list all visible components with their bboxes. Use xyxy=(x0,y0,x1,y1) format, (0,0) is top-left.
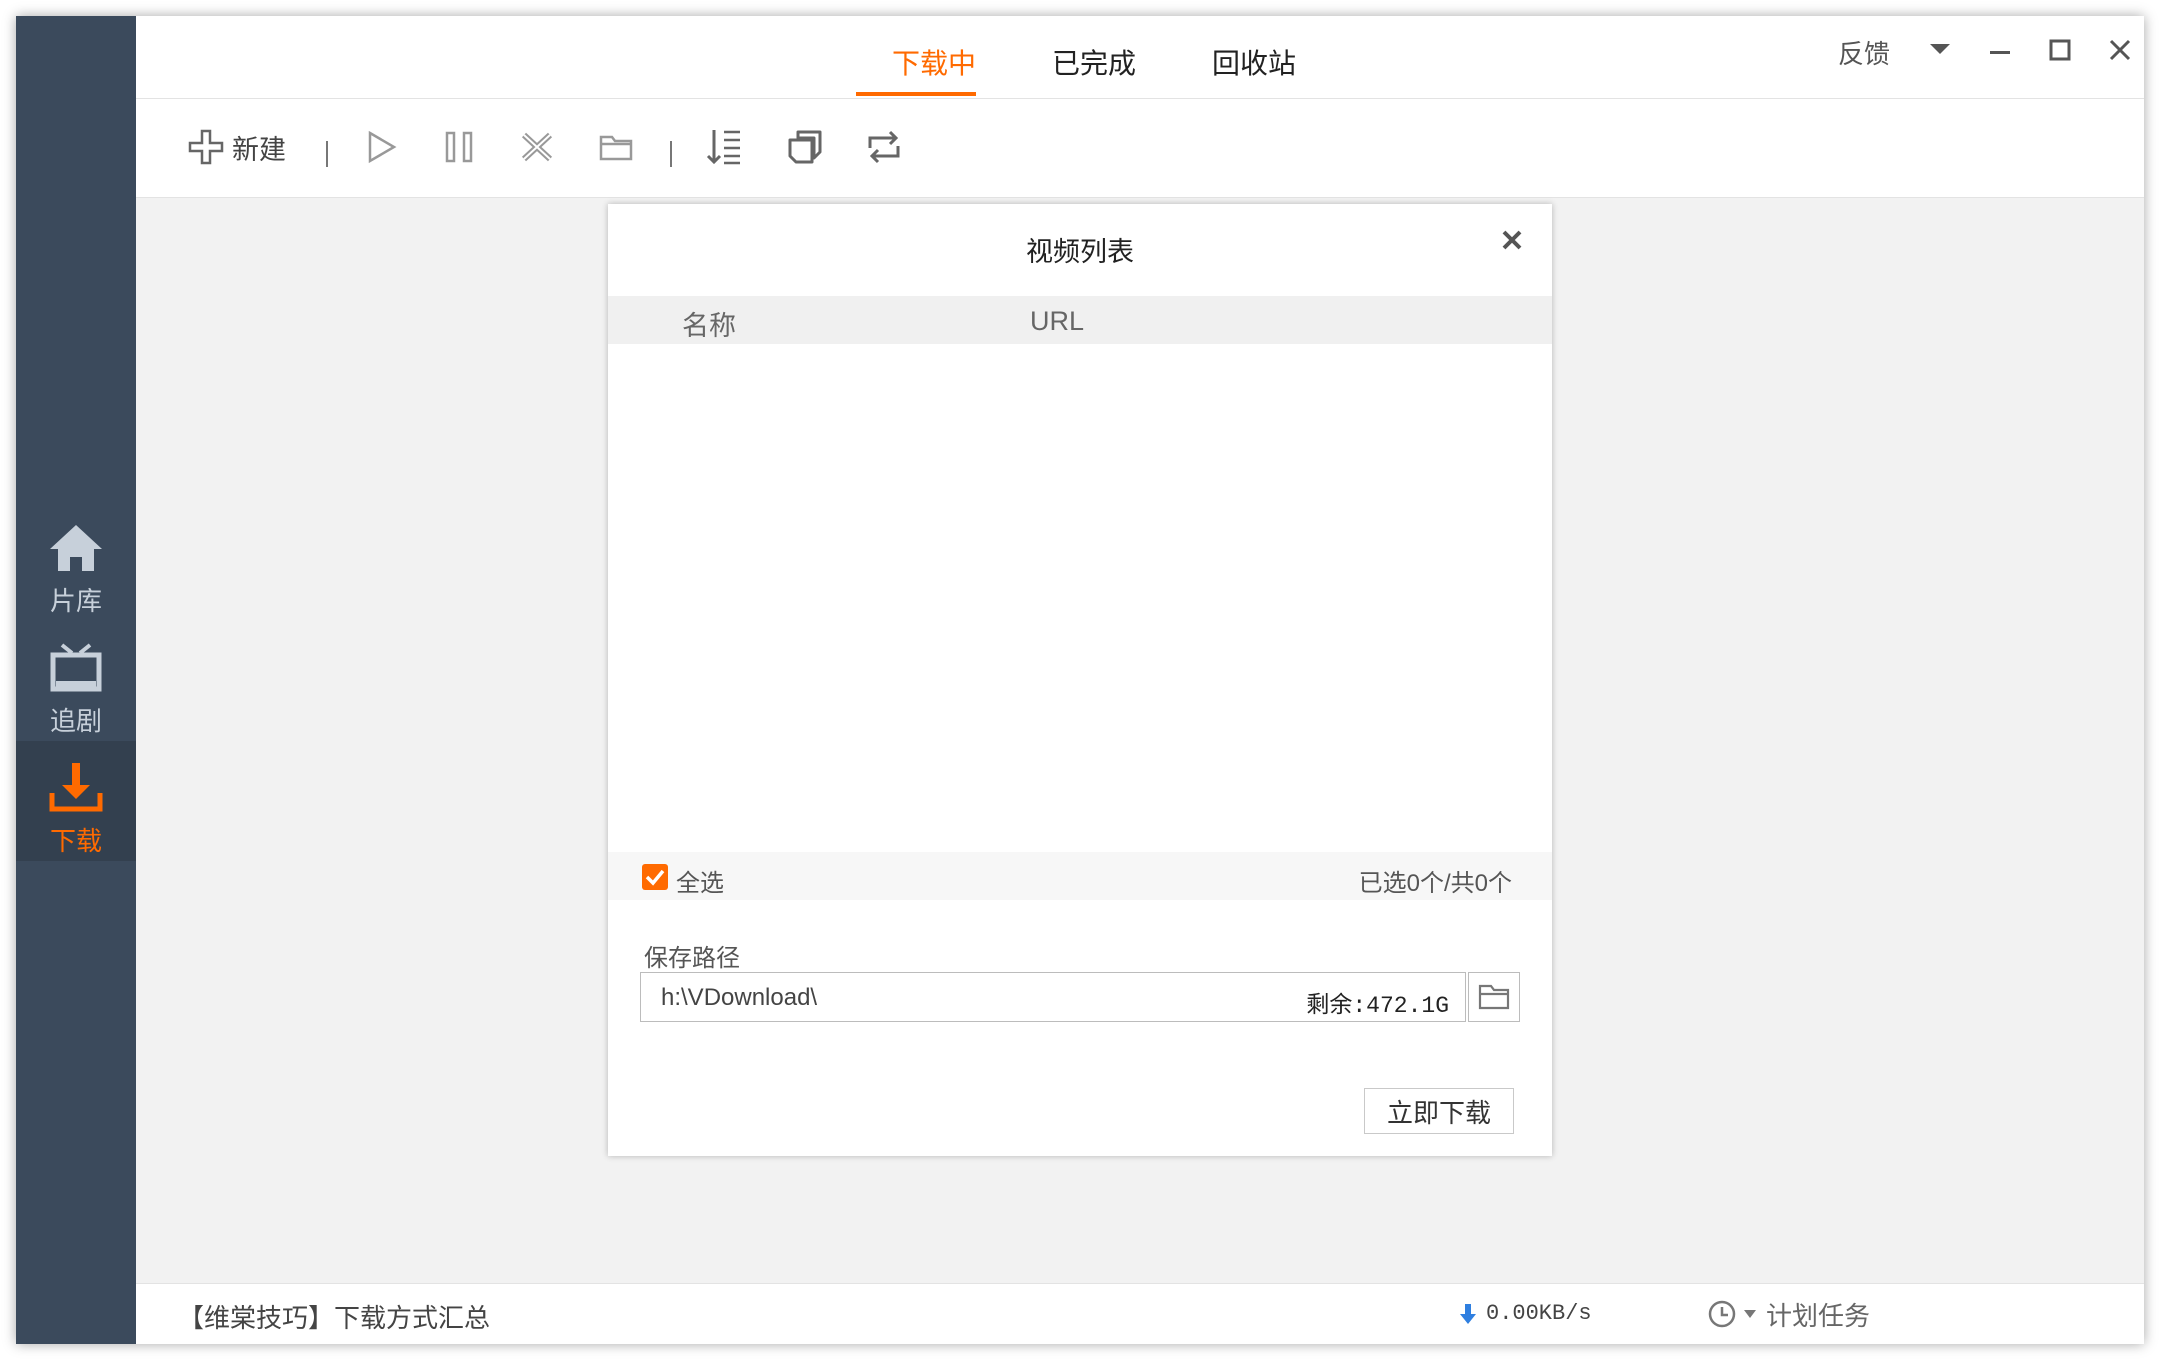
open-folder-button[interactable] xyxy=(598,125,634,169)
app-window: 片库 追剧 下载 下载中 已完成 回收站 反馈 新建 视频列表 名称 URL 全… xyxy=(16,16,2144,1344)
save-path-box: 剩余:472.1G xyxy=(640,972,1466,1023)
new-task-button[interactable]: 新建 xyxy=(188,125,286,169)
save-path-label: 保存路径 xyxy=(644,945,740,972)
play-icon xyxy=(368,130,397,164)
maximize-icon[interactable] xyxy=(2048,38,2072,62)
sidebar-item-download[interactable]: 下载 xyxy=(16,741,136,861)
download-icon xyxy=(49,763,103,812)
close-window-icon[interactable] xyxy=(2108,38,2132,62)
toolbar-divider xyxy=(670,141,672,167)
copy-icon xyxy=(788,130,822,164)
toolbar-divider xyxy=(326,141,328,167)
select-all-label[interactable]: 全选 xyxy=(676,863,724,898)
clock-icon[interactable] xyxy=(1706,1298,1738,1330)
delete-button[interactable] xyxy=(520,125,554,169)
plus-icon xyxy=(188,129,224,165)
tab-completed[interactable]: 已完成 xyxy=(1052,42,1136,82)
delete-icon xyxy=(521,132,553,162)
download-speed: 0.00KB/s xyxy=(1486,1301,1592,1326)
column-url[interactable]: URL xyxy=(1030,306,1084,337)
minimize-icon[interactable] xyxy=(1988,40,2012,64)
chevron-down-icon[interactable] xyxy=(1742,1308,1758,1320)
video-list[interactable] xyxy=(608,344,1552,852)
list-header: 名称 URL xyxy=(608,296,1552,344)
select-all-checkbox[interactable] xyxy=(642,864,668,890)
tip-link[interactable]: 【维棠技巧】下载方式汇总 xyxy=(178,1298,490,1335)
repeat-icon xyxy=(868,130,900,164)
tab-recycle-bin[interactable]: 回收站 xyxy=(1212,42,1296,82)
sidebar-item-label: 片库 xyxy=(49,586,102,616)
sort-button[interactable] xyxy=(706,125,744,169)
top-bar: 下载中 已完成 回收站 反馈 xyxy=(136,16,2144,99)
remaining-space: 剩余:472.1G xyxy=(1306,993,1449,1019)
close-icon[interactable] xyxy=(1492,220,1532,260)
checkmark-icon xyxy=(645,869,665,886)
selection-count: 已选0个/共0个 xyxy=(1358,870,1512,897)
sidebar: 片库 追剧 下载 xyxy=(16,16,136,1344)
browse-folder-button[interactable] xyxy=(1468,972,1520,1022)
new-task-label: 新建 xyxy=(232,134,286,165)
home-icon xyxy=(50,525,102,571)
download-now-button[interactable]: 立即下载 xyxy=(1364,1088,1514,1134)
toolbar: 新建 xyxy=(136,99,2144,198)
dialog-title: 视频列表 xyxy=(1026,237,1134,267)
download-speed-icon xyxy=(1460,1304,1476,1324)
pause-icon xyxy=(445,131,473,163)
tv-icon xyxy=(50,643,102,692)
sidebar-item-label: 追剧 xyxy=(49,706,102,736)
copy-button[interactable] xyxy=(786,125,824,169)
status-bar: 【维棠技巧】下载方式汇总 0.00KB/s 计划任务 xyxy=(136,1283,2144,1344)
folder-icon xyxy=(1478,984,1510,1010)
refresh-button[interactable] xyxy=(864,125,904,169)
column-name[interactable]: 名称 xyxy=(682,304,736,343)
sort-icon xyxy=(706,130,740,165)
menu-dropdown-icon[interactable] xyxy=(1928,38,1952,62)
video-list-dialog: 视频列表 名称 URL 全选 已选0个/共0个 保存路径 剩余:472.1G xyxy=(608,204,1552,1156)
start-button[interactable] xyxy=(364,125,398,169)
schedule-task-link[interactable]: 计划任务 xyxy=(1766,1296,1870,1333)
list-footer: 全选 已选0个/共0个 xyxy=(608,852,1552,900)
sidebar-item-label: 下载 xyxy=(49,826,102,856)
sidebar-item-library[interactable]: 片库 xyxy=(16,521,136,641)
pause-button[interactable] xyxy=(442,125,476,169)
feedback-link[interactable]: 反馈 xyxy=(1838,34,1890,71)
active-tab-indicator xyxy=(856,92,976,96)
tab-downloading[interactable]: 下载中 xyxy=(892,42,976,82)
folder-icon xyxy=(599,135,633,161)
save-path-input[interactable] xyxy=(659,973,1263,1023)
